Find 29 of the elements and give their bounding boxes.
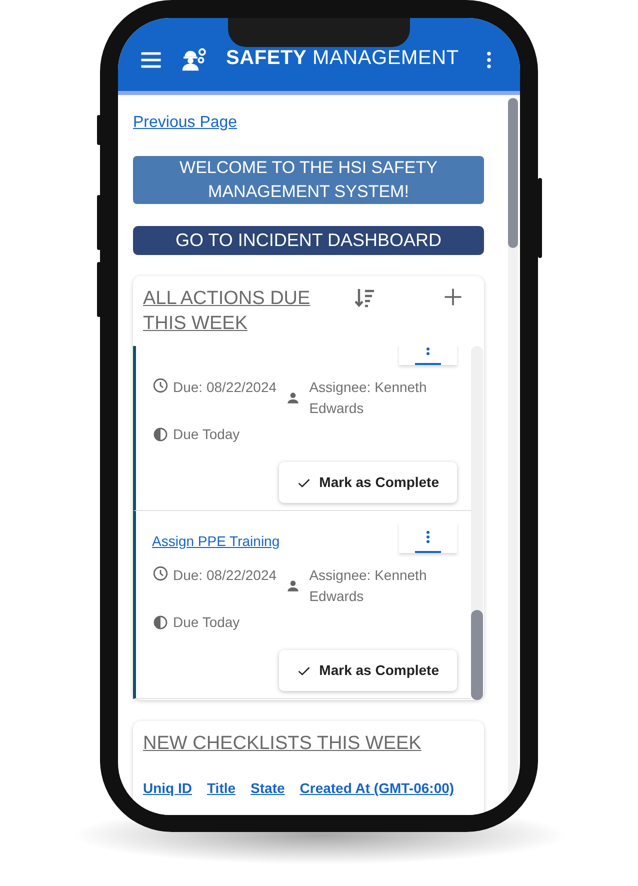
clock-icon	[152, 565, 169, 582]
action-title-link[interactable]: Assign PPE Training	[152, 531, 280, 552]
previous-page-link[interactable]: Previous Page	[133, 111, 238, 135]
app-title: SAFETY MANAGEMENT	[226, 46, 459, 71]
mark-complete-button[interactable]: Mark as Complete	[279, 462, 457, 503]
clock-icon	[152, 377, 169, 394]
dashboard-button[interactable]: GO TO INCIDENT DASHBOARD	[133, 226, 484, 255]
scrollbar[interactable]	[471, 346, 483, 700]
column-header[interactable]: Created At (GMT-06:00)	[300, 778, 454, 799]
due-date: Due: 08/22/2024	[173, 566, 277, 585]
column-header[interactable]: Title	[207, 778, 236, 799]
more-button[interactable]	[399, 523, 457, 553]
welcome-banner: WELCOME TO THE HSI SAFETY MANAGEMENT SYSTEM!	[133, 156, 484, 204]
assignee: Assignee: Kenneth Edwards	[309, 378, 428, 418]
person-icon	[285, 578, 302, 594]
sort-icon[interactable]	[353, 286, 377, 310]
panel-title: ALL ACTIONS DUE THIS WEEK	[143, 287, 312, 336]
assignee: Assignee: Kenneth Edwards	[309, 566, 428, 606]
column-header[interactable]: Uniq ID	[143, 778, 192, 799]
due-status: Due Today	[173, 613, 240, 632]
person-icon	[285, 390, 302, 406]
add-icon[interactable]	[442, 286, 464, 308]
half-circle-icon	[152, 426, 169, 443]
panel-title: NEW CHECKLISTS THIS WEEK	[143, 732, 422, 756]
mark-complete-button[interactable]: Mark as Complete	[279, 650, 457, 691]
due-date: Due: 08/22/2024	[173, 378, 277, 397]
half-circle-icon	[152, 614, 169, 631]
due-status: Due Today	[173, 425, 240, 444]
column-header[interactable]: State	[250, 778, 285, 799]
